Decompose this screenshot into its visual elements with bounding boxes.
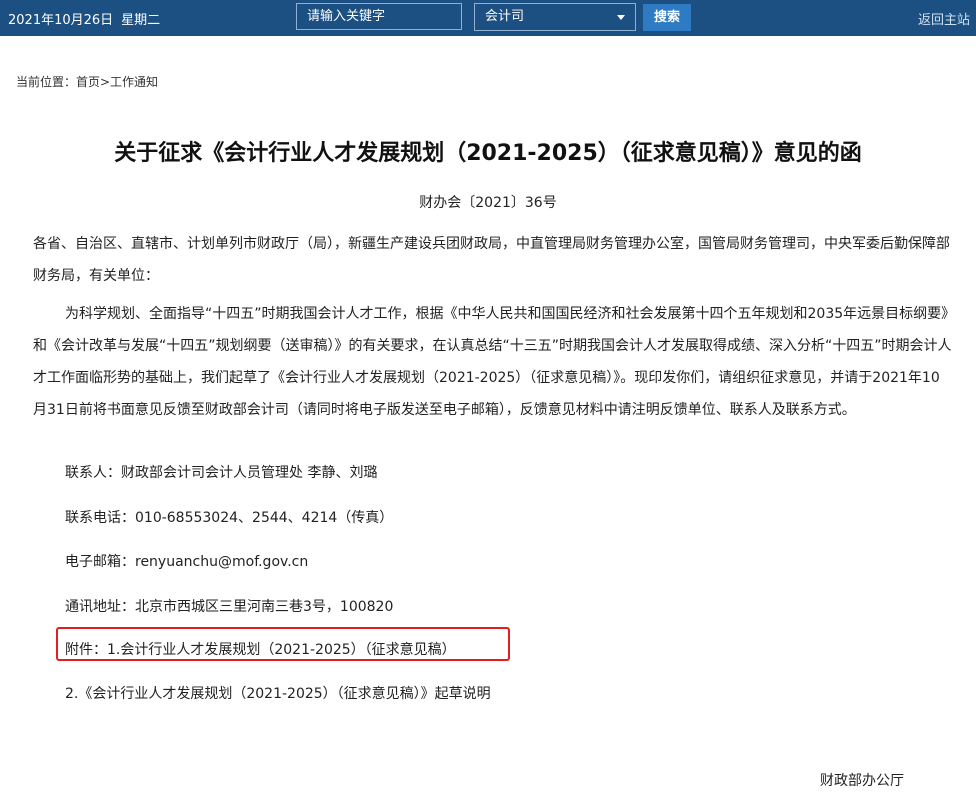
- addressee-paragraph: 各省、自治区、直辖市、计划单列市财政厅（局），新疆生产建设兵团财政局，中直管理局…: [33, 228, 953, 292]
- document-number: 财办会〔2021〕36号: [0, 192, 976, 212]
- return-home-link[interactable]: 返回主站: [918, 9, 970, 28]
- breadcrumb: 当前位置：首页>工作通知: [16, 73, 158, 90]
- attachment-1-link[interactable]: 附件：1.会计行业人才发展规划（2021-2025）（征求意见稿）: [65, 639, 456, 659]
- search-input[interactable]: [296, 3, 462, 30]
- department-select-value: 会计司: [485, 9, 524, 24]
- body-paragraph: 为科学规划、全面指导“十四五”时期我国会计人才工作，根据《中华人民共和国国民经济…: [33, 298, 953, 426]
- weekday-text: 星期二: [121, 13, 160, 28]
- attachment-2-link[interactable]: 2.《会计行业人才发展规划（2021-2025）（征求意见稿）》起草说明: [65, 683, 491, 703]
- department-select[interactable]: 会计司: [474, 3, 636, 31]
- chevron-down-icon: [617, 15, 625, 20]
- contact-person: 联系人：财政部会计司会计人员管理处 李静、刘璐: [65, 462, 377, 482]
- contact-phone: 联系电话：010-68553024、2544、4214（传真）: [65, 507, 393, 527]
- date-text: 2021年10月26日: [8, 13, 113, 28]
- page-title: 关于征求《会计行业人才发展规划（2021-2025）（征求意见稿）》意见的函: [0, 135, 976, 167]
- date-display: 2021年10月26日星期二: [8, 9, 160, 28]
- issuer-signature: 财政部办公厅: [820, 770, 904, 790]
- top-bar: 2021年10月26日星期二 会计司 搜索 返回主站: [0, 0, 976, 36]
- mailing-address: 通讯地址：北京市西城区三里河南三巷3号，100820: [65, 596, 393, 616]
- search-button[interactable]: 搜索: [643, 4, 691, 31]
- contact-email: 电子邮箱：renyuanchu@mof.gov.cn: [65, 551, 308, 571]
